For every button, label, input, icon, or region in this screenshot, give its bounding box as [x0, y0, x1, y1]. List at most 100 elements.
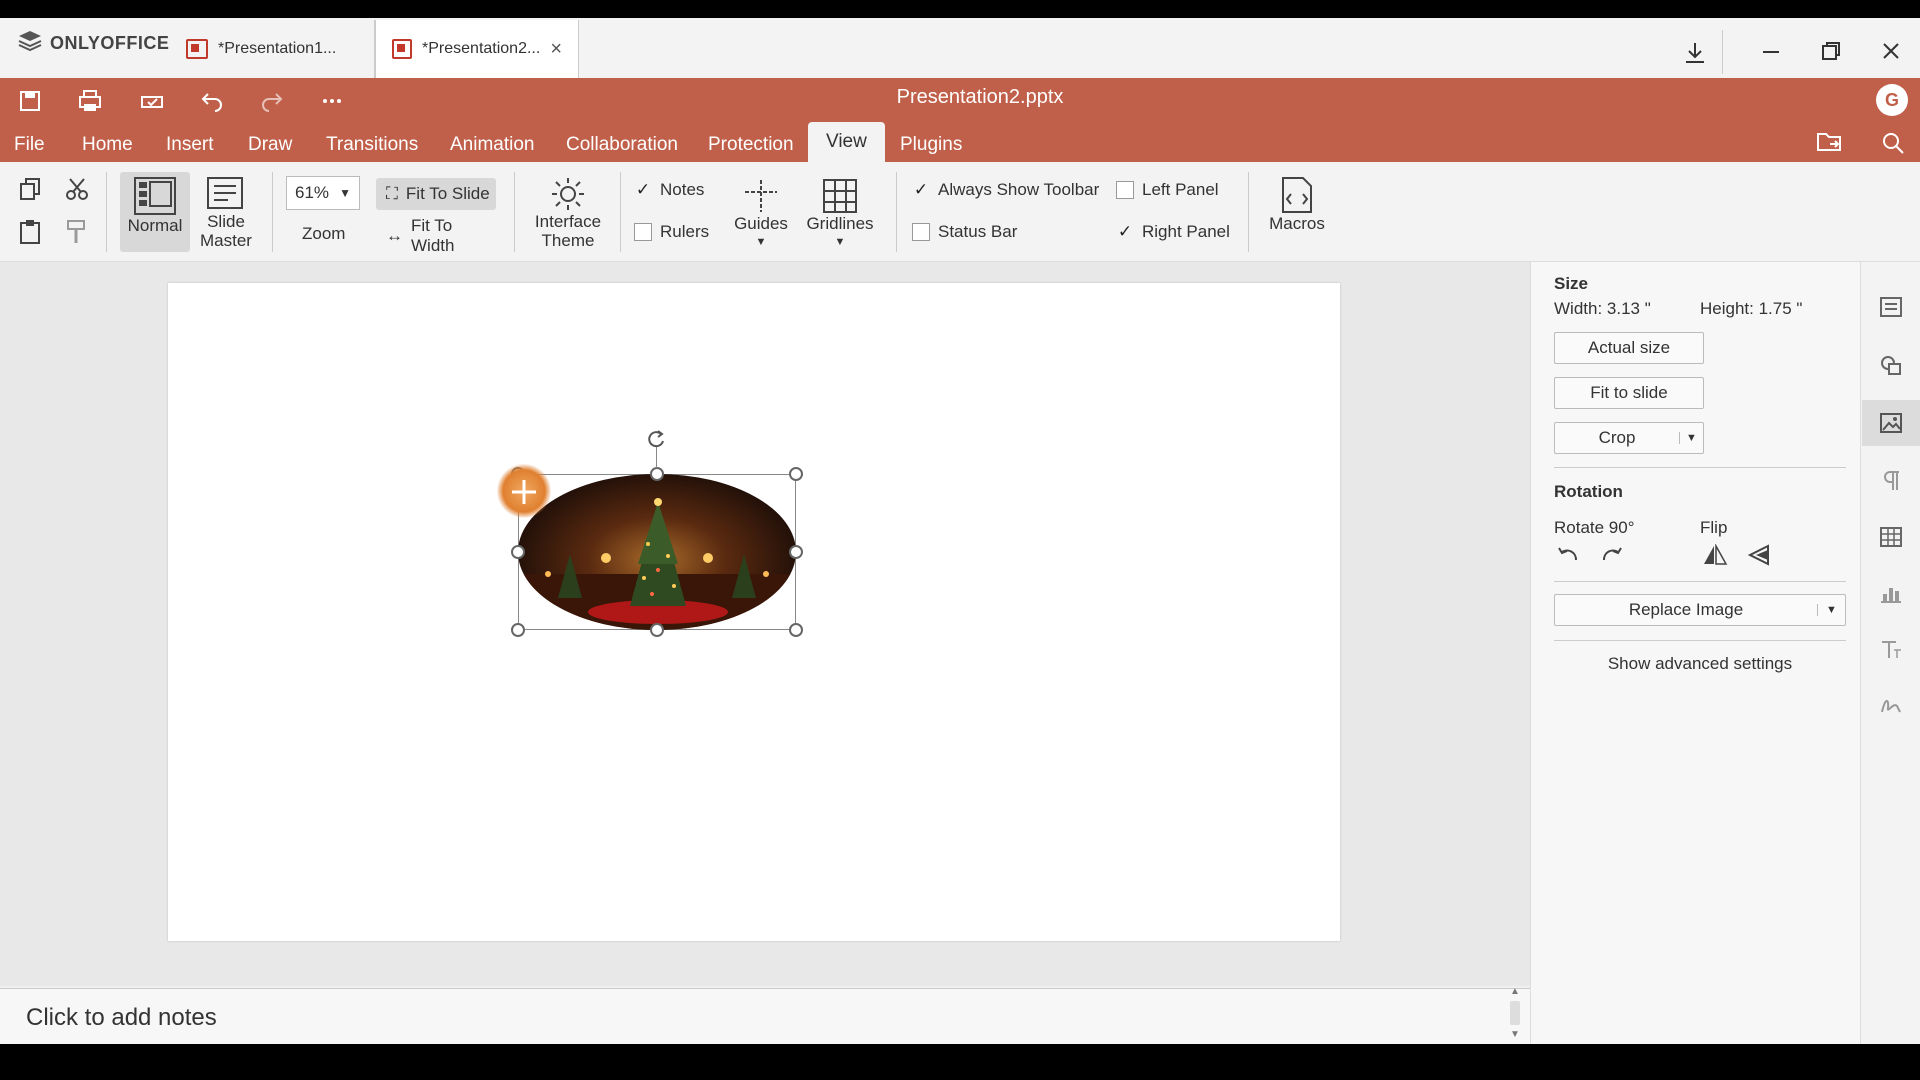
- resize-handle[interactable]: [789, 545, 803, 559]
- actual-size-button[interactable]: Actual size: [1554, 332, 1704, 364]
- minimize-icon[interactable]: [1760, 40, 1782, 68]
- scroll-thumb[interactable]: [1510, 1001, 1520, 1025]
- guides-button[interactable]: Guides ▼: [728, 178, 794, 252]
- rotation-title: Rotation: [1554, 482, 1623, 501]
- quick-print-icon[interactable]: [132, 84, 172, 118]
- presentation-icon: [186, 39, 208, 59]
- interface-theme-label: Interface Theme: [534, 212, 602, 250]
- right-panel-checkbox[interactable]: ✓ Right Panel: [1116, 222, 1230, 242]
- shape-settings-icon[interactable]: [1876, 350, 1906, 380]
- notes-scrollbar[interactable]: ▲ ▼: [1504, 986, 1526, 1044]
- resize-handle[interactable]: [789, 467, 803, 481]
- signature-settings-icon[interactable]: [1876, 690, 1906, 720]
- user-avatar[interactable]: G: [1876, 84, 1908, 116]
- open-file-location-icon[interactable]: [1816, 130, 1844, 160]
- resize-handle[interactable]: [511, 545, 525, 559]
- show-advanced-settings-link[interactable]: Show advanced settings: [1554, 654, 1846, 674]
- paste-icon[interactable]: [18, 218, 44, 251]
- resize-handle[interactable]: [789, 623, 803, 637]
- redo-icon[interactable]: [252, 84, 292, 118]
- rotate-right-icon[interactable]: [1598, 544, 1624, 569]
- flip-vertical-icon[interactable]: [1746, 544, 1772, 571]
- cut-icon[interactable]: [64, 176, 90, 207]
- print-icon[interactable]: [70, 84, 110, 118]
- divider: [272, 172, 273, 252]
- normal-label: Normal: [127, 216, 183, 235]
- rulers-checkbox[interactable]: Rulers: [634, 222, 709, 242]
- replace-image-label: Replace Image: [1628, 600, 1744, 619]
- gridlines-button[interactable]: Gridlines ▼: [802, 178, 878, 252]
- slide-settings-icon[interactable]: [1876, 292, 1906, 322]
- menu-insert[interactable]: Insert: [166, 128, 214, 162]
- move-cursor-icon: [510, 478, 538, 511]
- divider: [1722, 30, 1723, 74]
- notes-checkbox[interactable]: ✓ Notes: [634, 180, 705, 200]
- undo-icon[interactable]: [192, 84, 232, 118]
- menu-transitions[interactable]: Transitions: [326, 128, 418, 162]
- chevron-down-icon: ▼: [339, 186, 351, 200]
- menu-plugins[interactable]: Plugins: [900, 128, 962, 162]
- image-settings-icon[interactable]: [1876, 408, 1906, 438]
- slide-master-button[interactable]: Slide Master: [196, 176, 256, 250]
- macros-button[interactable]: Macros: [1262, 176, 1332, 233]
- fit-to-width-icon: ↔: [386, 226, 403, 245]
- copy-style-icon[interactable]: [64, 218, 90, 251]
- scroll-up-icon[interactable]: ▲: [1504, 986, 1526, 997]
- menu-draw[interactable]: Draw: [248, 128, 292, 162]
- checkmark-icon: ✓: [913, 180, 929, 199]
- fit-to-width-button[interactable]: ↔ Fit To Width: [376, 216, 496, 255]
- menu-collaboration[interactable]: Collaboration: [566, 128, 678, 162]
- slide-master-label: Slide Master: [200, 212, 252, 250]
- left-panel-checkbox[interactable]: Left Panel: [1116, 180, 1219, 200]
- fit-to-slide-panel-button[interactable]: Fit to slide: [1554, 377, 1704, 409]
- replace-image-button[interactable]: Replace Image ▼: [1554, 594, 1846, 626]
- resize-handle[interactable]: [650, 623, 664, 637]
- flip-horizontal-icon[interactable]: [1702, 543, 1728, 571]
- rotate-handle-icon[interactable]: [645, 428, 667, 455]
- christmas-tree-image[interactable]: [518, 474, 796, 630]
- fit-to-slide-button[interactable]: ⛶ Fit To Slide: [376, 178, 496, 210]
- resize-handle[interactable]: [650, 467, 664, 481]
- download-icon[interactable]: [1682, 40, 1708, 72]
- status-bar-checkbox[interactable]: Status Bar: [912, 222, 1017, 242]
- notes-area[interactable]: [0, 988, 1530, 1044]
- divider: [106, 172, 107, 252]
- menu-file[interactable]: File: [14, 128, 45, 162]
- chart-settings-icon[interactable]: [1876, 578, 1906, 608]
- text-art-settings-icon[interactable]: [1876, 634, 1906, 664]
- menu-view[interactable]: View: [808, 122, 885, 162]
- macros-label: Macros: [1269, 214, 1325, 233]
- rotate-left-icon[interactable]: [1556, 544, 1582, 569]
- divider: [620, 172, 621, 252]
- checkbox-icon: [912, 223, 930, 241]
- app-window: ONLYOFFICE *Presentation1... *Presentati…: [0, 0, 1920, 1080]
- scroll-down-icon[interactable]: ▼: [1504, 1029, 1526, 1040]
- divider: [1554, 581, 1846, 582]
- menu-home[interactable]: Home: [82, 128, 133, 162]
- save-icon[interactable]: [10, 84, 50, 118]
- chevron-down-icon: ▼: [755, 236, 767, 248]
- interface-theme-button[interactable]: Interface Theme: [526, 176, 610, 250]
- maximize-icon[interactable]: [1820, 40, 1842, 68]
- table-settings-icon[interactable]: [1876, 522, 1906, 552]
- sun-icon: [552, 178, 584, 210]
- zoom-select[interactable]: 61% ▼: [286, 176, 360, 210]
- close-tab-icon[interactable]: ×: [550, 38, 562, 61]
- tab-label: *Presentation1...: [218, 40, 337, 57]
- size-title: Size: [1554, 274, 1589, 293]
- menu-animation[interactable]: Animation: [450, 128, 535, 162]
- left-panel-label: Left Panel: [1142, 180, 1219, 199]
- close-window-icon[interactable]: [1880, 40, 1902, 68]
- copy-icon[interactable]: [18, 176, 44, 207]
- search-icon[interactable]: [1880, 130, 1906, 162]
- always-show-toolbar-checkbox[interactable]: ✓ Always Show Toolbar: [912, 180, 1099, 200]
- more-icon[interactable]: [312, 84, 352, 118]
- paragraph-settings-icon[interactable]: [1876, 466, 1906, 496]
- normal-view-button[interactable]: Normal: [120, 172, 190, 252]
- document-tab-2[interactable]: *Presentation2... ×: [375, 20, 579, 78]
- document-tab-1[interactable]: *Presentation1...: [170, 20, 375, 78]
- menu-protection[interactable]: Protection: [708, 128, 794, 162]
- crop-button[interactable]: Crop ▼: [1554, 422, 1704, 454]
- resize-handle[interactable]: [511, 623, 525, 637]
- divider: [514, 172, 515, 252]
